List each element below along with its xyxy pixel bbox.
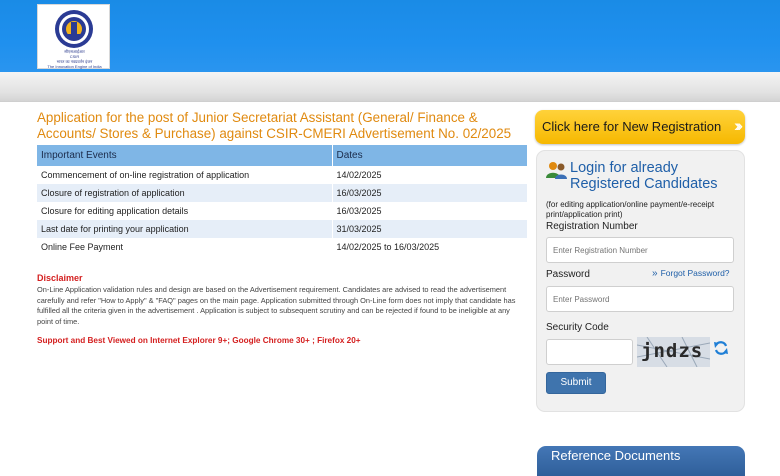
- security-code-input[interactable]: [546, 339, 633, 365]
- date-cell: 16/03/2025: [332, 202, 528, 220]
- reference-documents-title: Reference Documents: [551, 448, 681, 463]
- event-cell: Commencement of on-line registration of …: [37, 166, 333, 184]
- csir-logo-icon: [55, 10, 93, 48]
- double-chevron-icon: »: [652, 268, 658, 279]
- logo-text: सीएसआईआर CSIR भारत का नवप्रवर्तन इंजन Th…: [47, 49, 102, 69]
- column-header-dates: Dates: [332, 145, 528, 166]
- site-header: [0, 0, 780, 72]
- chevron-double-right-icon: ›››: [734, 116, 743, 135]
- refresh-icon[interactable]: [713, 340, 729, 356]
- table-row: Closure for editing application details …: [37, 202, 528, 220]
- date-cell: 31/03/2025: [332, 220, 528, 238]
- event-cell: Closure of registration of application: [37, 184, 333, 202]
- table-row: Closure of registration of application 1…: [37, 184, 528, 202]
- event-cell: Online Fee Payment: [37, 238, 333, 256]
- registration-number-input[interactable]: [546, 237, 734, 263]
- table-row: Online Fee Payment 14/02/2025 to 16/03/2…: [37, 238, 528, 256]
- password-label: Password: [546, 269, 590, 280]
- submit-button[interactable]: Submit: [546, 372, 606, 394]
- password-input[interactable]: [546, 286, 734, 312]
- new-registration-button[interactable]: Click here for New Registration ›››: [535, 110, 745, 144]
- page-title: Application for the post of Junior Secre…: [37, 110, 512, 141]
- event-cell: Closure for editing application details: [37, 202, 333, 220]
- login-title: Login for already Registered Candidates: [570, 160, 718, 192]
- browser-support-note: Support and Best Viewed on Internet Expl…: [37, 336, 361, 345]
- disclaimer-title: Disclaimer: [37, 273, 83, 283]
- security-code-label: Security Code: [546, 322, 609, 333]
- users-icon: [546, 162, 567, 179]
- captcha-text: jndzs: [641, 340, 704, 362]
- event-cell: Last date for printing your application: [37, 220, 333, 238]
- important-events-table: Important Events Dates Commencement of o…: [37, 145, 528, 256]
- reference-documents-panel[interactable]: Reference Documents: [537, 446, 745, 476]
- disclaimer-text: On-Line Application validation rules and…: [37, 285, 516, 327]
- date-cell: 14/02/2025 to 16/03/2025: [332, 238, 528, 256]
- forgot-password-link[interactable]: » Forgot Password?: [652, 268, 730, 279]
- login-note: (for editing application/online payment/…: [546, 200, 715, 219]
- column-header-events: Important Events: [37, 145, 333, 166]
- table-row: Last date for printing your application …: [37, 220, 528, 238]
- new-registration-label: Click here for New Registration: [542, 119, 722, 134]
- date-cell: 14/02/2025: [332, 166, 528, 184]
- registration-number-label: Registration Number: [546, 221, 638, 232]
- navigation-bar: [0, 72, 780, 102]
- table-row: Commencement of on-line registration of …: [37, 166, 528, 184]
- forgot-password-text: Forgot Password?: [660, 268, 730, 278]
- table-header-row: Important Events Dates: [37, 145, 528, 166]
- date-cell: 16/03/2025: [332, 184, 528, 202]
- csir-logo[interactable]: सीएसआईआर CSIR भारत का नवप्रवर्तन इंजन Th…: [37, 4, 110, 69]
- captcha-image: jndzs: [637, 337, 710, 367]
